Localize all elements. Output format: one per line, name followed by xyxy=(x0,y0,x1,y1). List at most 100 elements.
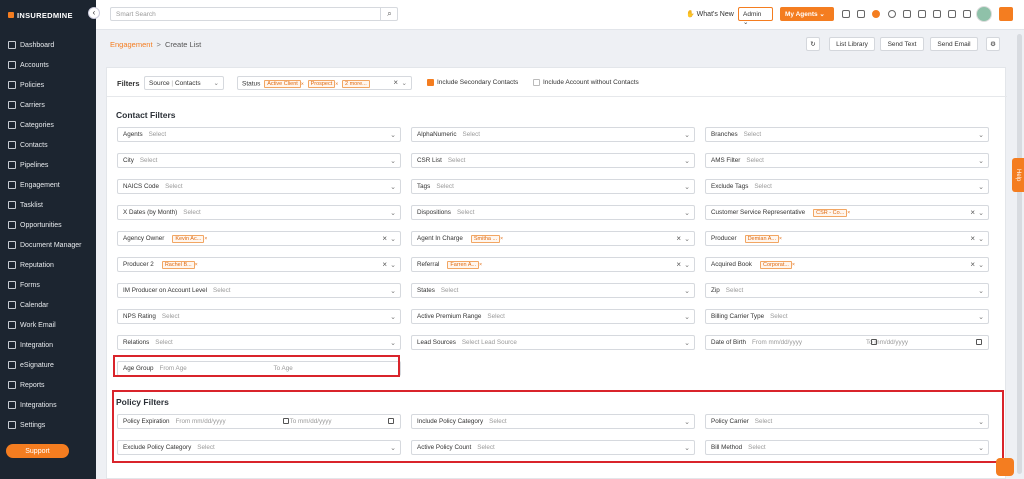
range-to-input[interactable]: To Age xyxy=(273,365,292,372)
sidebar-item-dashboard[interactable]: Dashboard xyxy=(0,35,96,55)
agency-owner-filter[interactable]: Agency Owner Kevin Ac... × × ⌄ xyxy=(117,231,401,246)
nps-rating-filter[interactable]: NPS Rating Select ⌄ xyxy=(117,309,401,324)
range-to-input[interactable]: To mm/dd/yyyy xyxy=(290,418,332,425)
clear-icon[interactable]: × xyxy=(970,234,975,243)
chip-remove-icon[interactable]: × xyxy=(779,236,782,242)
sidebar-item-forms[interactable]: Forms xyxy=(0,275,96,295)
range-from-input[interactable]: From mm/dd/yyyy xyxy=(176,418,278,425)
clear-icon[interactable]: × xyxy=(676,260,681,269)
sidebar-item-calendar[interactable]: Calendar xyxy=(0,295,96,315)
policy-carrier-filter[interactable]: Policy Carrier Select ⌄ xyxy=(705,414,989,429)
apps-icon[interactable] xyxy=(999,7,1013,21)
active-premium-range-filter[interactable]: Active Premium Range Select ⌄ xyxy=(411,309,695,324)
customer-service-representative-filter[interactable]: Customer Service Representative CSR - Co.… xyxy=(705,205,989,220)
exit-icon[interactable] xyxy=(918,10,926,18)
calendar-icon[interactable] xyxy=(282,418,289,424)
clear-icon[interactable]: × xyxy=(970,260,975,269)
search-icon[interactable]: ⌕ xyxy=(380,7,398,21)
chip-remove-icon[interactable]: × xyxy=(792,262,795,268)
refresh-icon[interactable] xyxy=(842,10,850,18)
lead-sources-filter[interactable]: Lead Sources Select Lead Source ⌄ xyxy=(411,335,695,350)
calendar-icon[interactable] xyxy=(870,339,877,345)
send-email-button[interactable]: Send Email xyxy=(930,37,978,51)
send-text-button[interactable]: Send Text xyxy=(880,37,924,51)
active-policy-count-filter[interactable]: Active Policy Count Select ⌄ xyxy=(411,440,695,455)
status-select[interactable]: Status Active Client × Prospect × 2 more..… xyxy=(237,76,412,90)
selected-chip[interactable]: CSR - Co... xyxy=(813,208,848,217)
agents-filter[interactable]: Agents Select ⌄ xyxy=(117,127,401,142)
agent-in-charge-filter[interactable]: Agent In Charge Smitha ... × × ⌄ xyxy=(411,231,695,246)
exclude-tags-filter[interactable]: Exclude Tags Select ⌄ xyxy=(705,179,989,194)
tags-filter[interactable]: Tags Select ⌄ xyxy=(411,179,695,194)
sidebar-item-contacts[interactable]: Contacts xyxy=(0,135,96,155)
whats-new-link[interactable]: ✋ What's New xyxy=(686,10,734,18)
add-icon[interactable] xyxy=(872,10,880,18)
scrollbar[interactable] xyxy=(1017,34,1022,474)
include-secondary-checkbox[interactable] xyxy=(427,79,434,86)
sidebar-item-work-email[interactable]: Work Email xyxy=(0,315,96,335)
selected-chip[interactable]: Rachel B... xyxy=(161,260,195,269)
clear-icon[interactable]: × xyxy=(676,234,681,243)
status-chip-more[interactable]: 2 more... xyxy=(342,80,370,88)
im-producer-on-account-level-filter[interactable]: IM Producer on Account Level Select ⌄ xyxy=(117,283,401,298)
sidebar-item-integration[interactable]: Integration xyxy=(0,335,96,355)
x-dates-by-month-filter[interactable]: X Dates (by Month) Select ⌄ xyxy=(117,205,401,220)
bell-icon[interactable] xyxy=(903,10,911,18)
sidebar-item-tasklist[interactable]: Tasklist xyxy=(0,195,96,215)
clear-icon[interactable]: × xyxy=(970,208,975,217)
sidebar-item-engagement[interactable]: Engagement xyxy=(0,175,96,195)
alphanumeric-filter[interactable]: AlphaNumeric Select ⌄ xyxy=(411,127,695,142)
exclude-policy-category-filter[interactable]: Exclude Policy Category Select ⌄ xyxy=(117,440,401,455)
include-policy-category-filter[interactable]: Include Policy Category Select ⌄ xyxy=(411,414,695,429)
grid-icon[interactable] xyxy=(963,10,971,18)
source-select[interactable]: Source | Contacts ⌄ xyxy=(144,76,224,90)
list-library-button[interactable]: List Library xyxy=(829,37,875,51)
calendar-icon[interactable] xyxy=(976,339,982,345)
billing-carrier-type-filter[interactable]: Billing Carrier Type Select ⌄ xyxy=(705,309,989,324)
help-tab[interactable]: Help xyxy=(1012,158,1024,192)
sidebar-item-settings[interactable]: Settings xyxy=(0,415,96,435)
sidebar-item-carriers[interactable]: Carriers xyxy=(0,95,96,115)
selected-chip[interactable]: Farren A... xyxy=(447,260,480,269)
sidebar-item-document-manager[interactable]: Document Manager xyxy=(0,235,96,255)
chip-remove-icon[interactable]: × xyxy=(500,236,503,242)
acquired-book-filter[interactable]: Acquired Book Corporat... × × ⌄ xyxy=(705,257,989,272)
range-from-input[interactable]: From Age xyxy=(159,365,261,372)
avatar[interactable] xyxy=(976,6,992,22)
dispositions-filter[interactable]: Dispositions Select ⌄ xyxy=(411,205,695,220)
policy-expiration-filter[interactable]: Policy Expiration From mm/dd/yyyy To mm/dd… xyxy=(117,414,401,429)
phone-icon[interactable] xyxy=(933,10,941,18)
chip-remove-icon[interactable]: × xyxy=(195,262,198,268)
selected-chip[interactable]: Corporat... xyxy=(759,260,792,269)
chat-widget-icon[interactable] xyxy=(996,458,1014,476)
clear-icon[interactable]: × xyxy=(393,78,398,87)
chip-remove-icon[interactable]: × xyxy=(479,262,482,268)
zip-filter[interactable]: Zip Select ⌄ xyxy=(705,283,989,298)
sidebar-item-categories[interactable]: Categories xyxy=(0,115,96,135)
sidebar-item-esignature[interactable]: eSignature xyxy=(0,355,96,375)
chip-remove-icon[interactable]: × xyxy=(204,236,207,242)
producer-filter[interactable]: Producer Demian A... × × ⌄ xyxy=(705,231,989,246)
clear-icon[interactable]: × xyxy=(382,260,387,269)
settings-gear-icon[interactable]: ⚙ xyxy=(986,37,1000,51)
csr-list-filter[interactable]: CSR List Select ⌄ xyxy=(411,153,695,168)
relations-filter[interactable]: Relations Select ⌄ xyxy=(117,335,401,350)
chip-remove-icon[interactable]: × xyxy=(847,210,850,216)
admin-dropdown[interactable]: Admin ⌄ xyxy=(738,7,773,26)
states-filter[interactable]: States Select ⌄ xyxy=(411,283,695,298)
brand-logo[interactable]: INSUREDMINE xyxy=(0,0,96,30)
sidebar-item-opportunities[interactable]: Opportunities xyxy=(0,215,96,235)
sidebar-item-pipelines[interactable]: Pipelines xyxy=(0,155,96,175)
include-without-contacts-checkbox[interactable] xyxy=(533,79,540,86)
city-filter[interactable]: City Select ⌄ xyxy=(117,153,401,168)
referral-filter[interactable]: Referral Farren A... × × ⌄ xyxy=(411,257,695,272)
sidebar-item-reports[interactable]: Reports xyxy=(0,375,96,395)
support-button[interactable]: Support xyxy=(6,444,69,458)
sidebar-item-accounts[interactable]: Accounts xyxy=(0,55,96,75)
status-chip[interactable]: Active Client xyxy=(264,80,301,88)
branches-filter[interactable]: Branches Select ⌄ xyxy=(705,127,989,142)
age-group-filter[interactable]: Age Group From Age To Age xyxy=(117,361,401,376)
my-agents-dropdown[interactable]: My Agents ⌄ xyxy=(780,7,834,21)
ams-filter-filter[interactable]: AMS Filter Select ⌄ xyxy=(705,153,989,168)
breadcrumb-engagement[interactable]: Engagement xyxy=(110,40,153,49)
